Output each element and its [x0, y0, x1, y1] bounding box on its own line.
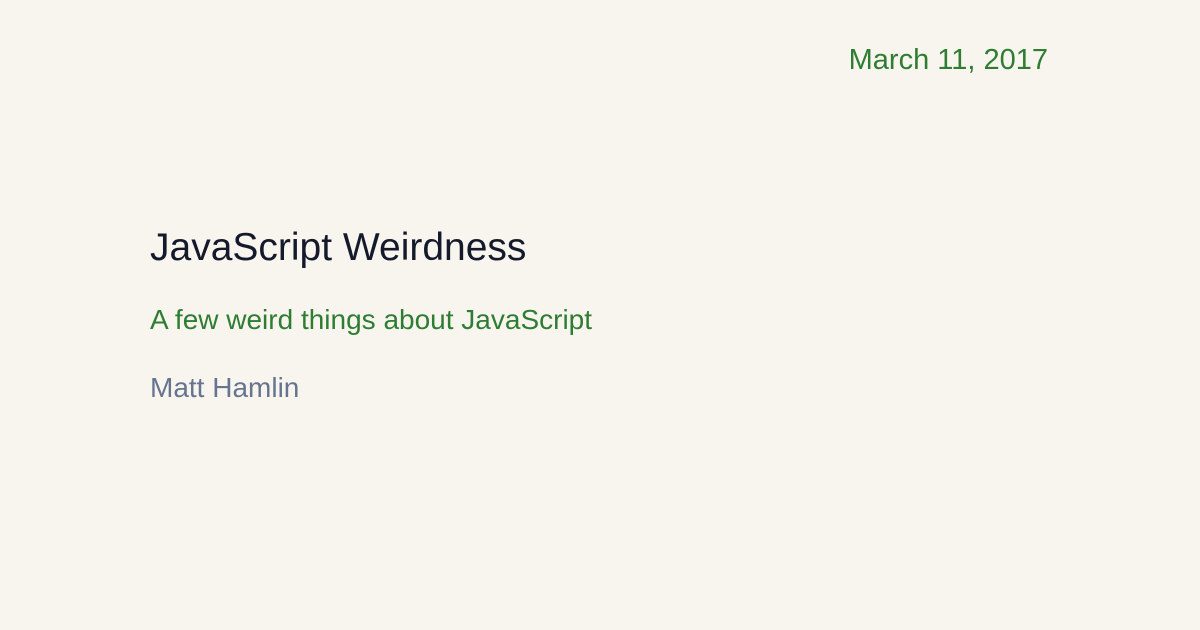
post-date: March 11, 2017 — [848, 44, 1048, 76]
post-author: Matt Hamlin — [150, 372, 300, 403]
post-subtitle: A few weird things about JavaScript — [150, 304, 593, 335]
post-content: JavaScript Weirdness A few weird things … — [150, 224, 1050, 405]
post-title: JavaScript Weirdness — [150, 226, 527, 269]
social-card: March 11, 2017 JavaScript Weirdness A fe… — [0, 0, 1200, 630]
